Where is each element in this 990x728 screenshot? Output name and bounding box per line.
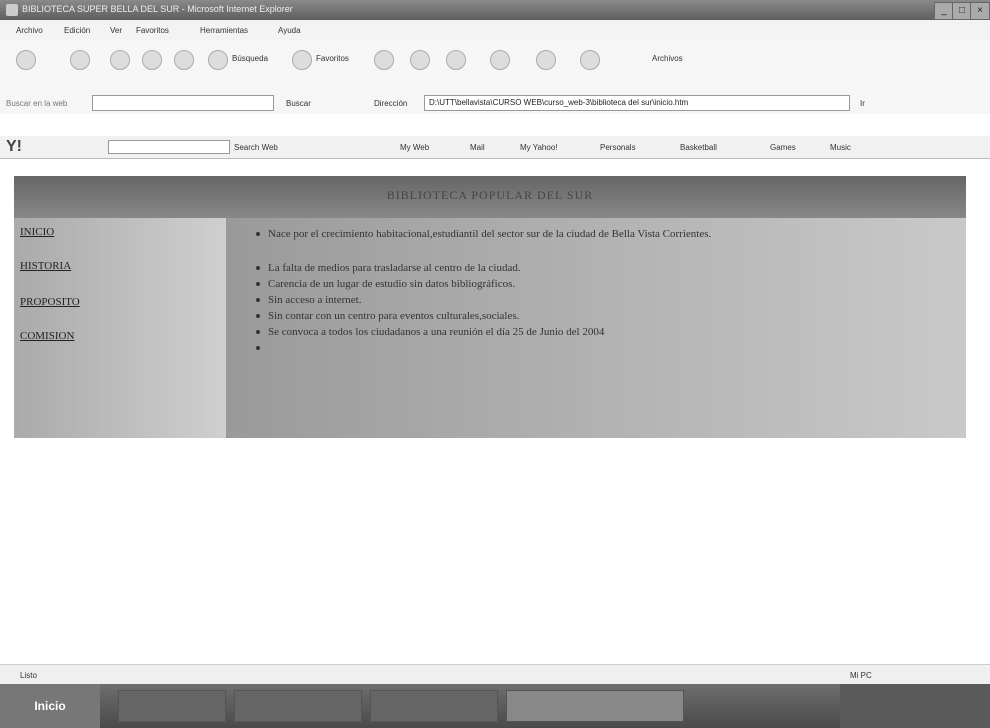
search-icon[interactable] — [208, 50, 228, 70]
menu-herramientas[interactable]: Herramientas — [200, 26, 248, 35]
address-label: Dirección — [374, 99, 408, 108]
list-item: La falta de medios para trasladarse al c… — [256, 262, 521, 274]
page-title: BIBLIOTECA POPULAR DEL SUR — [386, 188, 594, 202]
list-item-text: La falta de medios para trasladarse al c… — [268, 262, 521, 274]
nav-link-comision[interactable]: COMISION — [20, 330, 74, 342]
list-item: Carencia de un lugar de estudio sin dato… — [256, 278, 515, 290]
yahoo-my-yahoo[interactable]: My Yahoo! — [520, 143, 558, 152]
archives-button-label[interactable]: Archivos — [652, 54, 683, 63]
search-button-label[interactable]: Búsqueda — [232, 54, 268, 63]
yahoo-basketball[interactable]: Basketball — [680, 143, 717, 152]
status-text: Listo — [20, 671, 37, 680]
stop-icon[interactable] — [110, 50, 130, 70]
home-icon[interactable] — [174, 50, 194, 70]
title-bar: BIBLIOTECA SUPER BELLA DEL SUR - Microso… — [0, 0, 990, 20]
yahoo-personals[interactable]: Personals — [600, 143, 636, 152]
yahoo-logo[interactable]: Y! — [6, 138, 22, 156]
menu-favoritos[interactable]: Favoritos — [136, 26, 169, 35]
favorites-icon[interactable] — [292, 50, 312, 70]
print-icon[interactable] — [490, 50, 510, 70]
address-input[interactable]: D:\UTT\bellavista\CURSO WEB\curso_web-3\… — [424, 95, 850, 111]
yahoo-my-web[interactable]: My Web — [400, 143, 429, 152]
bullet-icon — [256, 330, 260, 335]
menu-edicion[interactable]: Edición — [64, 26, 90, 35]
taskbar-item[interactable] — [234, 690, 362, 722]
nav-link-inicio[interactable]: INICIO — [20, 226, 54, 238]
list-item — [256, 342, 268, 354]
window-title: BIBLIOTECA SUPER BELLA DEL SUR - Microso… — [22, 4, 293, 14]
list-item-text: Carencia de un lugar de estudio sin dato… — [268, 278, 516, 290]
media-icon[interactable] — [374, 50, 394, 70]
favorites-button-label[interactable]: Favoritos — [316, 54, 349, 63]
taskbar: Inicio — [0, 684, 990, 728]
go-button[interactable]: Ir — [860, 99, 865, 108]
refresh-icon[interactable] — [142, 50, 162, 70]
list-item-text: Sin contar con un centro para eventos cu… — [268, 310, 520, 322]
bullet-icon — [256, 298, 260, 303]
side-navigation: INICIO HISTORIA PROPOSITO COMISION — [14, 218, 226, 438]
history-icon[interactable] — [410, 50, 430, 70]
yahoo-search-web[interactable]: Search Web — [234, 143, 278, 152]
taskbar-item[interactable] — [118, 690, 226, 722]
back-icon[interactable] — [16, 50, 36, 70]
maximize-button[interactable]: □ — [952, 2, 972, 20]
taskbar-item-active[interactable] — [506, 690, 684, 722]
taskbar-item[interactable] — [370, 690, 498, 722]
bullet-icon — [256, 282, 260, 287]
status-bar: Listo Mi PC — [0, 664, 990, 685]
standard-toolbar: Búsqueda Favoritos Archivos — [0, 40, 990, 92]
yahoo-music[interactable]: Music — [830, 143, 851, 152]
nav-link-historia[interactable]: HISTORIA — [20, 260, 71, 272]
bullet-icon — [256, 346, 260, 351]
intro-item: Nace por el crecimiento habitacional,est… — [256, 228, 711, 240]
web-search-input[interactable] — [92, 95, 274, 111]
page-viewport: BIBLIOTECA POPULAR DEL SUR INICIO HISTOR… — [0, 160, 990, 660]
menu-archivo[interactable]: Archivo — [16, 26, 43, 35]
system-tray — [840, 684, 990, 728]
yahoo-games[interactable]: Games — [770, 143, 796, 152]
menu-bar: Archivo Edición Ver Favoritos Herramient… — [0, 20, 990, 40]
zone-text: Mi PC — [850, 671, 872, 680]
list-item-text: Sin acceso a internet. — [268, 294, 362, 306]
web-search-label: Buscar en la web — [6, 99, 68, 108]
bullet-icon — [256, 314, 260, 319]
library-page: BIBLIOTECA POPULAR DEL SUR INICIO HISTOR… — [14, 176, 966, 438]
list-item-text: Se convoca a todos los ciudadanos a una … — [268, 326, 605, 338]
list-item: Sin acceso a internet. — [256, 294, 361, 306]
bullet-icon — [256, 232, 260, 237]
main-content: Nace por el crecimiento habitacional,est… — [226, 218, 966, 438]
menu-ver[interactable]: Ver — [110, 26, 122, 35]
start-button[interactable]: Inicio — [0, 684, 100, 728]
yahoo-toolbar: Y! Search Web My Web Mail My Yahoo! Pers… — [0, 136, 990, 159]
minimize-button[interactable]: _ — [934, 2, 954, 20]
mail-icon[interactable] — [446, 50, 466, 70]
yahoo-mail[interactable]: Mail — [470, 143, 485, 152]
ie-icon — [6, 4, 18, 16]
page-header: BIBLIOTECA POPULAR DEL SUR — [14, 176, 966, 219]
intro-text: Nace por el crecimiento habitacional,est… — [268, 228, 712, 240]
forward-icon[interactable] — [70, 50, 90, 70]
close-button[interactable]: × — [970, 2, 990, 20]
buscar-button[interactable]: Buscar — [286, 99, 311, 108]
address-bar: Buscar en la web Buscar Dirección D:\UTT… — [0, 92, 990, 114]
list-item: Se convoca a todos los ciudadanos a una … — [256, 326, 604, 338]
messenger-icon[interactable] — [580, 50, 600, 70]
bullet-icon — [256, 266, 260, 271]
nav-link-proposito[interactable]: PROPOSITO — [20, 296, 80, 308]
yahoo-search-input[interactable] — [108, 140, 230, 154]
list-item: Sin contar con un centro para eventos cu… — [256, 310, 519, 322]
menu-ayuda[interactable]: Ayuda — [278, 26, 301, 35]
edit-icon[interactable] — [536, 50, 556, 70]
